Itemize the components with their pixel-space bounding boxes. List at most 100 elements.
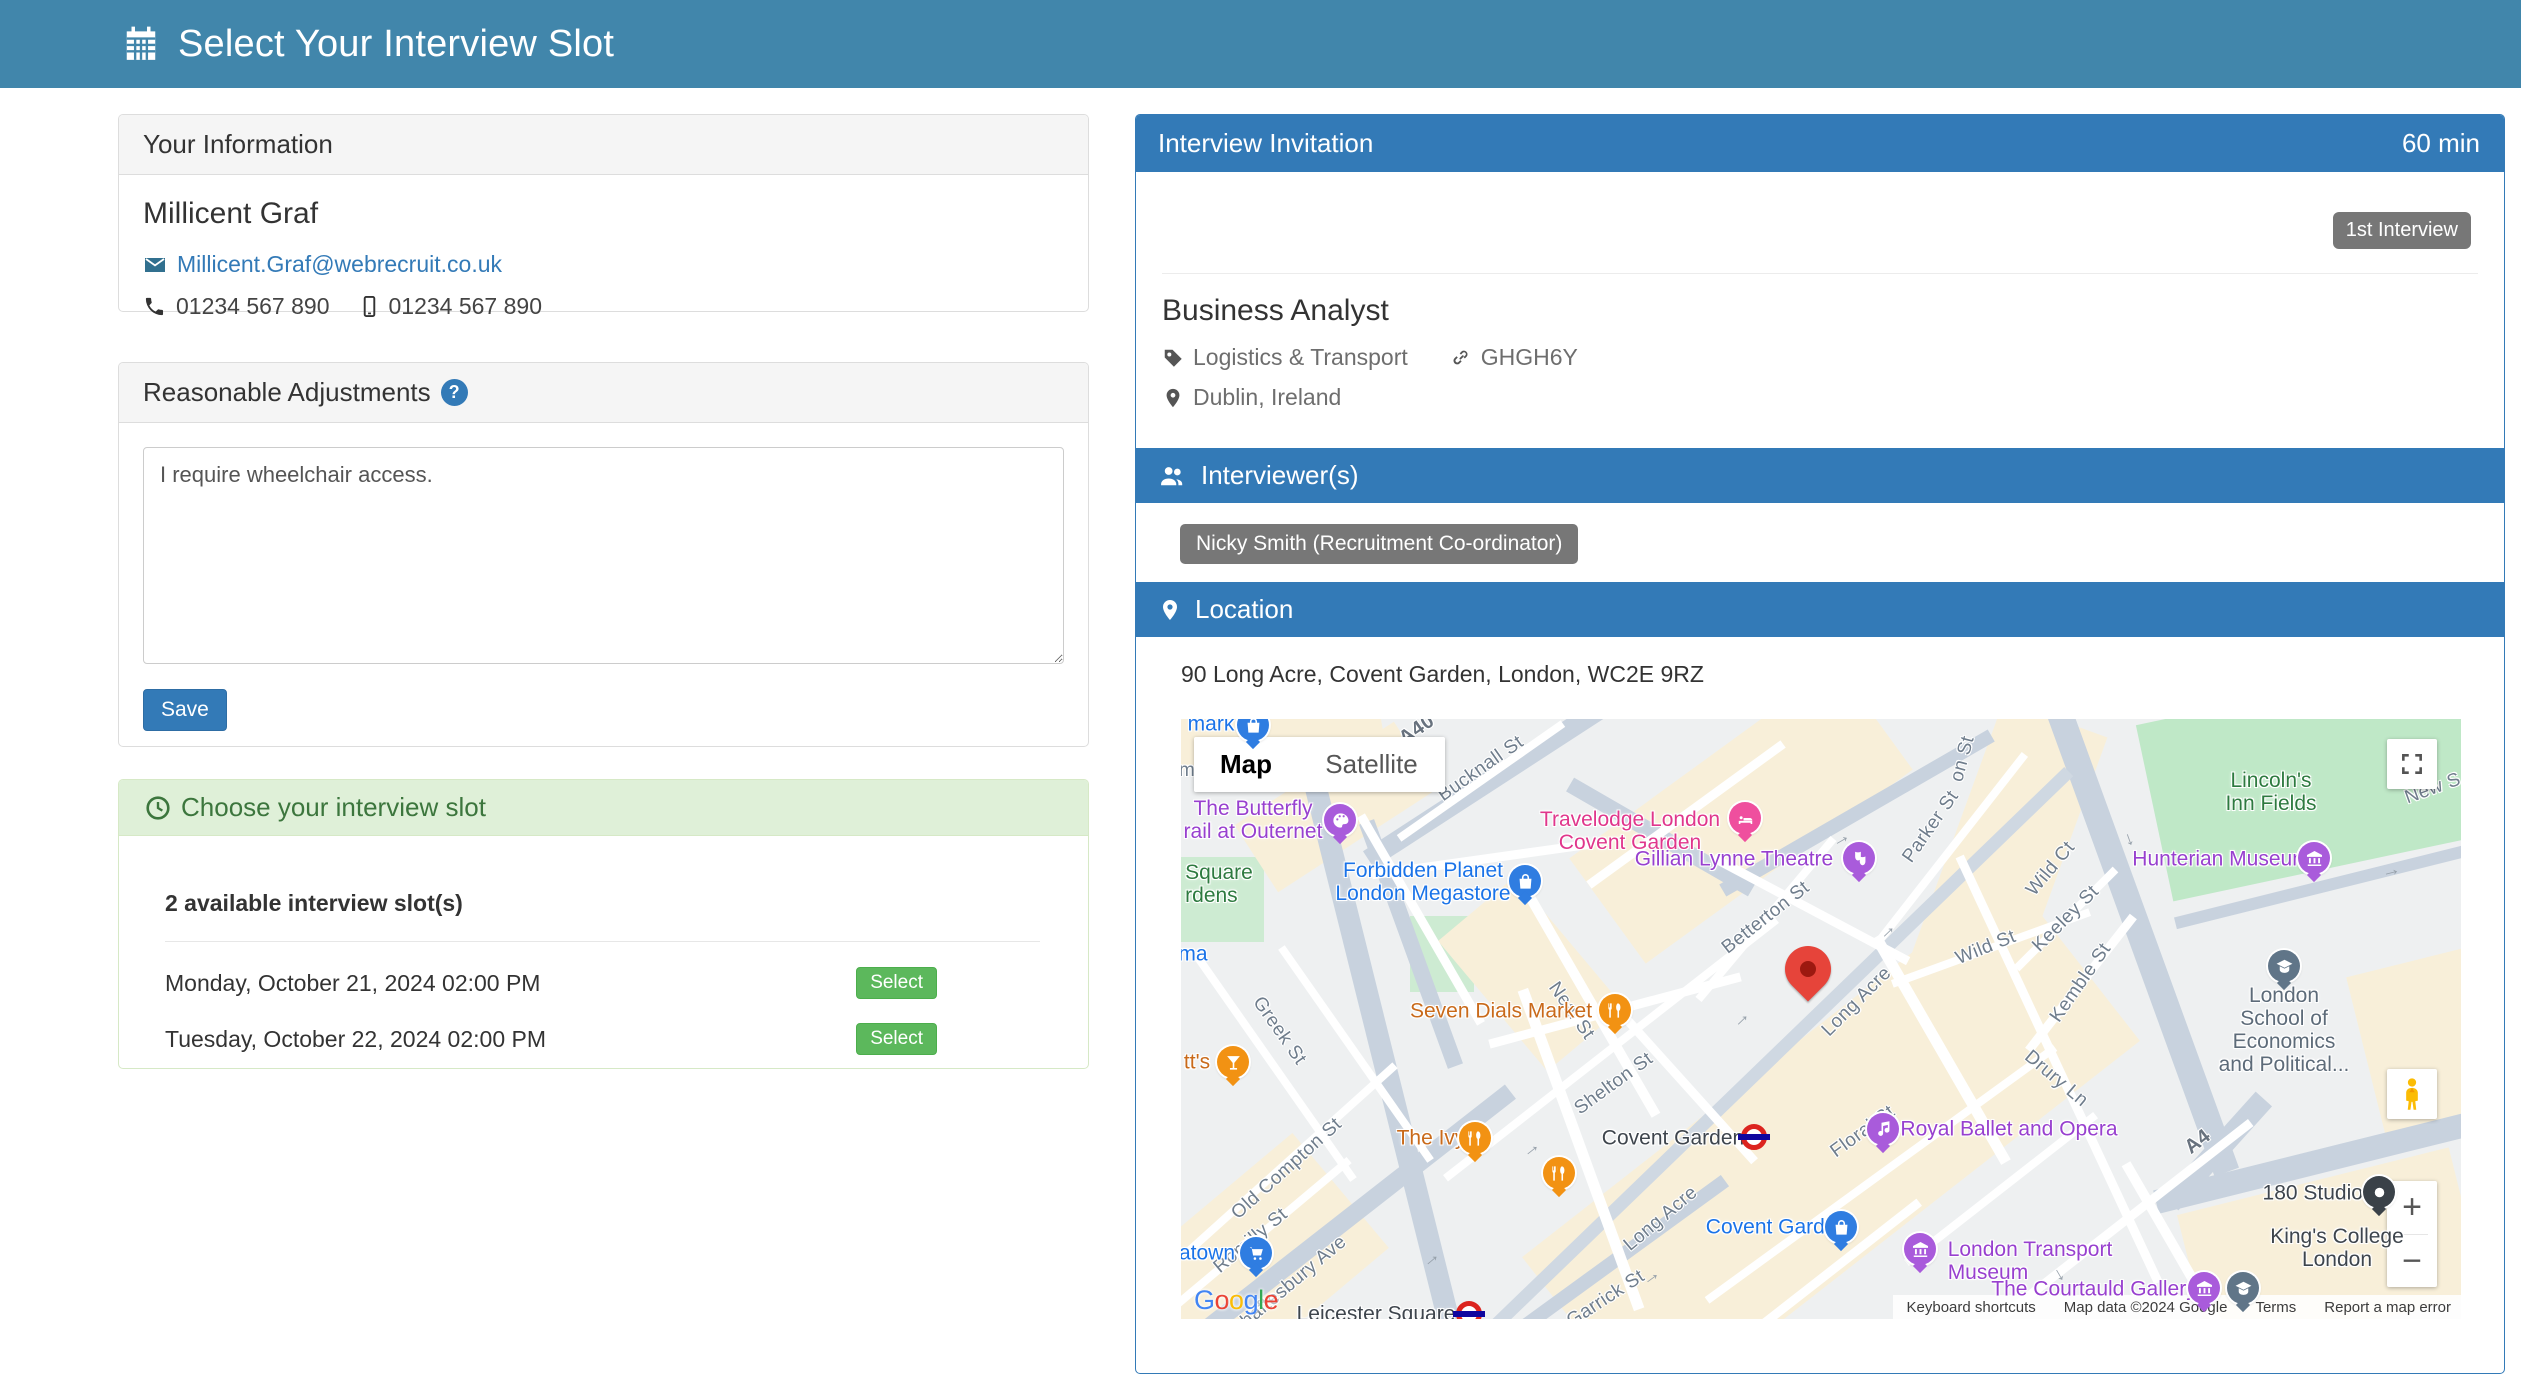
google-map[interactable]: →→→→→→→→→A40Bucknall StmNeal StBetterton…	[1181, 719, 2461, 1319]
your-information-header: Your Information	[119, 115, 1088, 175]
link-icon	[1450, 347, 1472, 369]
reasonable-adjustments-title: Reasonable Adjustments	[143, 377, 431, 408]
restaurant-poi-icon[interactable]	[1543, 1157, 1575, 1189]
save-button[interactable]: Save	[143, 689, 227, 731]
poi-forbidden-planet[interactable]: Forbidden PlanetLondon Megastore	[1335, 859, 1510, 905]
poi-the-ivy[interactable]: The Ivy	[1397, 1126, 1466, 1149]
poi-180-studios[interactable]: 180 Studios	[2263, 1181, 2374, 1204]
poi-square-gardens[interactable]: Squarerdens	[1185, 861, 1253, 907]
covent-garden-shopping-icon[interactable]	[1825, 1211, 1857, 1243]
poi-leicester-square-station[interactable]: Leicester Square	[1297, 1302, 1456, 1319]
job-reference: GHGH6Y	[1481, 344, 1578, 371]
interview-slots-title: Choose your interview slot	[181, 792, 486, 823]
keyboard-shortcuts-link[interactable]: Keyboard shortcuts	[1907, 1299, 2036, 1316]
kings-college-icon[interactable]	[2227, 1272, 2259, 1304]
interview-slots-panel: Choose your interview slot 2 available i…	[118, 779, 1089, 1069]
calendar-icon	[122, 25, 160, 63]
google-logo[interactable]: Google	[1194, 1285, 1278, 1316]
tag-icon	[1162, 347, 1184, 369]
seven-dials-market-icon[interactable]	[1599, 994, 1631, 1026]
london-transport-museum-icon[interactable]	[1904, 1233, 1936, 1265]
map-marker-icon	[1162, 387, 1184, 409]
your-information-panel: Your Information Millicent Graf Millicen…	[118, 114, 1089, 312]
poi-butterfly-trail[interactable]: The Butterflyrail at Outernet	[1184, 797, 1323, 843]
users-icon	[1158, 463, 1188, 489]
report-map-error-link[interactable]: Report a map error	[2324, 1299, 2451, 1316]
poi-hunterian-museum[interactable]: Hunterian Museum	[2132, 847, 2309, 870]
candidate-email-link[interactable]: Millicent.Graf@webrecruit.co.uk	[177, 251, 502, 278]
clock-icon	[145, 795, 171, 821]
street-label: m	[1181, 760, 1195, 782]
poi-cinema-fragment[interactable]: ma	[1181, 942, 1208, 965]
poi-royal-ballet-opera[interactable]: Royal Ballet and Opera	[1900, 1117, 2117, 1140]
map-view-button[interactable]: Map	[1194, 737, 1298, 792]
tube-roundel-icon[interactable]	[1741, 1124, 1767, 1150]
road-arrow-icon: →	[1727, 1004, 1756, 1033]
kettners-icon[interactable]	[1217, 1046, 1249, 1078]
forbidden-planet-icon[interactable]	[1509, 865, 1541, 897]
courtauld-gallery-icon[interactable]	[2188, 1272, 2220, 1304]
street-view-pegman[interactable]	[2387, 1069, 2437, 1119]
page-header: Select Your Interview Slot	[0, 0, 2521, 88]
travelodge-icon[interactable]	[1729, 802, 1761, 834]
interview-slots-header: Choose your interview slot	[119, 780, 1088, 836]
poi-seven-dials-market[interactable]: Seven Dials Market	[1410, 999, 1592, 1022]
slot-row: Monday, October 21, 2024 02:00 PM Select	[165, 964, 1040, 1002]
street-label: Greek St	[1248, 993, 1311, 1070]
select-slot-button[interactable]: Select	[856, 1023, 937, 1055]
stage-badge: 1st Interview	[2333, 212, 2471, 249]
interview-invitation-panel: Interview Invitation 60 min 1st Intervie…	[1135, 114, 2505, 1374]
adjustments-textarea[interactable]: I require wheelchair access.	[143, 447, 1064, 664]
page-title: Select Your Interview Slot	[178, 23, 614, 66]
map-pin-icon	[1158, 597, 1182, 623]
chinatown-icon[interactable]	[1240, 1237, 1272, 1269]
poi-primark[interactable]: mark	[1188, 719, 1235, 736]
envelope-icon	[143, 253, 167, 277]
butterfly-trail-icon[interactable]	[1324, 804, 1356, 836]
mobile-icon	[358, 295, 381, 318]
slot-count: 2 available interview slot(s)	[165, 890, 1040, 917]
poi-courtauld-gallery[interactable]: The Courtauld Gallery	[1991, 1277, 2196, 1300]
fullscreen-button[interactable]	[2387, 739, 2437, 789]
poi-kettners[interactable]: tt's	[1184, 1050, 1210, 1073]
interview-invitation-header: Interview Invitation 60 min	[1136, 115, 2504, 172]
lse-icon[interactable]	[2268, 950, 2300, 982]
select-slot-button[interactable]: Select	[856, 967, 937, 999]
poi-lse[interactable]: LondonSchool ofEconomicsand Political...	[2219, 984, 2350, 1076]
divider	[1162, 273, 2478, 274]
candidate-mobile: 01234 567 890	[389, 293, 543, 320]
poi-gillian-lynne-theatre[interactable]: Gillian Lynne Theatre	[1635, 847, 1833, 870]
slot-datetime: Monday, October 21, 2024 02:00 PM	[165, 970, 540, 997]
help-icon[interactable]: ?	[441, 379, 468, 406]
satellite-view-button[interactable]: Satellite	[1298, 737, 1445, 792]
street-label: Shelton St	[1570, 1048, 1657, 1120]
reasonable-adjustments-panel: Reasonable Adjustments ? I require wheel…	[118, 362, 1089, 747]
phone-icon	[143, 295, 166, 318]
slot-row: Tuesday, October 22, 2024 02:00 PM Select	[165, 1020, 1040, 1058]
fullscreen-icon	[2399, 751, 2425, 777]
interview-duration: 60 min	[2402, 128, 2480, 159]
tube-roundel-icon[interactable]	[1456, 1301, 1482, 1319]
location-title: Location	[1195, 594, 1293, 625]
your-information-title: Your Information	[143, 129, 333, 160]
location-header: Location	[1136, 582, 2504, 637]
slot-datetime: Tuesday, October 22, 2024 02:00 PM	[165, 1026, 546, 1053]
job-location: Dublin, Ireland	[1193, 384, 1341, 411]
job-sector: Logistics & Transport	[1193, 344, 1408, 371]
pegman-icon	[2397, 1077, 2427, 1111]
reasonable-adjustments-header: Reasonable Adjustments ?	[119, 363, 1088, 423]
gillian-lynne-theatre-icon[interactable]	[1843, 842, 1875, 874]
poi-covent-garden-station[interactable]: Covent Garden	[1602, 1126, 1744, 1149]
terms-link[interactable]: Terms	[2255, 1299, 2296, 1316]
hunterian-museum-icon[interactable]	[2298, 842, 2330, 874]
royal-ballet-opera-icon[interactable]	[1867, 1113, 1899, 1145]
poi-chinatown[interactable]: atown	[1181, 1241, 1235, 1264]
180-studios-icon[interactable]	[2363, 1176, 2395, 1208]
divider	[165, 941, 1040, 942]
street-label: on St	[1946, 734, 1979, 784]
road-arrow-icon: →	[1517, 1134, 1546, 1163]
job-title: Business Analyst	[1162, 294, 1389, 328]
poi-lincolns-inn-fields[interactable]: Lincoln'sInn Fields	[2225, 769, 2316, 815]
the-ivy-icon[interactable]	[1459, 1122, 1491, 1154]
poi-kings-college[interactable]: King's CollegeLondon	[2270, 1225, 2404, 1271]
